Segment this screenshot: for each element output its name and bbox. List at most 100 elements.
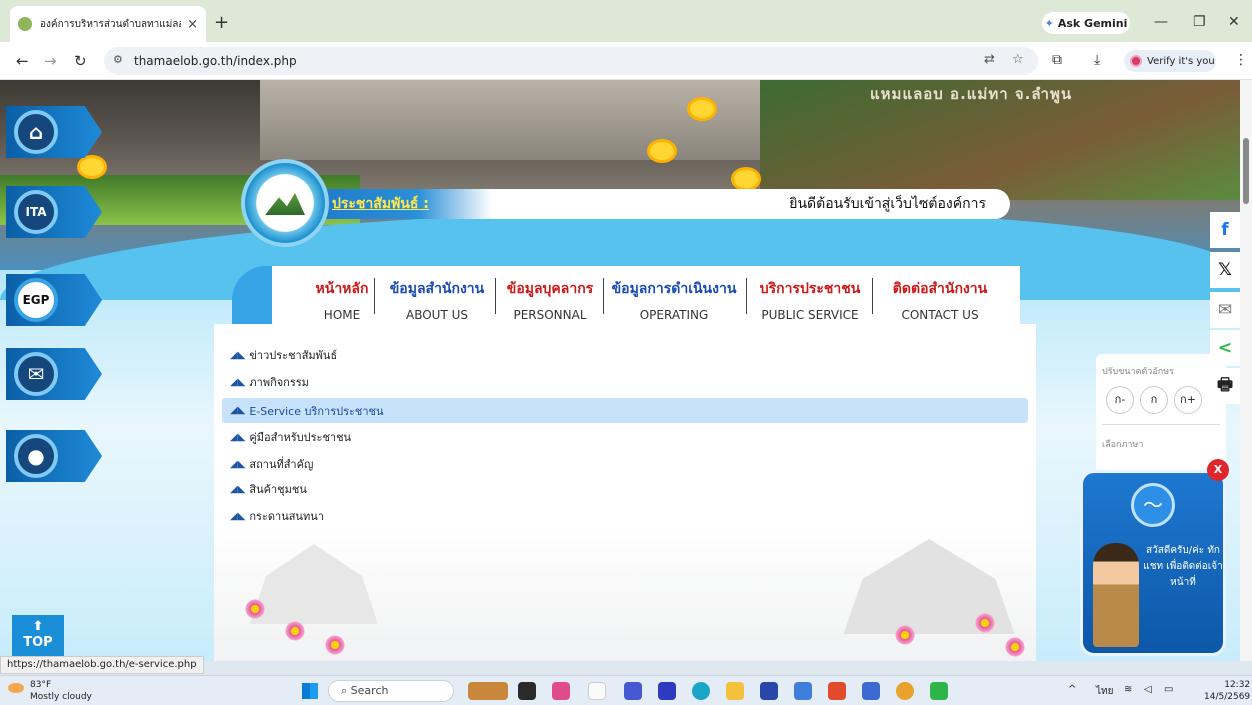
share-icon[interactable]: < [1210,330,1240,366]
forward-arrow-icon[interactable]: → [44,52,57,70]
submenu-item[interactable]: ◢◣ ข่าวประชาสัมพันธ์ [222,344,1028,366]
scrollbar-thumb[interactable] [1243,138,1249,204]
verify-label: Verify it's you [1147,55,1215,67]
menu-personnel[interactable]: ข้อมูลบุคลากร PERSONNAL [500,278,600,322]
menu-about-th: ข้อมูลสำนักงาน [389,281,485,297]
weather-widget[interactable]: 83°F Mostly cloudy [8,679,92,703]
menu-public-service-th: บริการประชาชน [759,281,861,297]
submenu-item[interactable]: ◢◣ สินค้าชุมชน [222,478,1028,500]
submenu-bullet-icon: ◢◣ [230,431,246,443]
side-nav-ita[interactable]: ITA [6,186,102,238]
battery-icon[interactable]: ▭ [1164,684,1173,695]
taskbar-search[interactable]: ⌕ Search [328,680,454,702]
volume-icon[interactable]: ◁ [1144,684,1152,695]
chevron-up-icon[interactable]: ^ [1068,684,1076,695]
restore-icon[interactable]: ❐ [1193,14,1206,30]
submenu-label: สถานที่สำคัญ [249,458,314,471]
taskbar-app-edge-icon[interactable] [692,682,710,700]
site-logo[interactable] [245,163,325,243]
cosmos-flower [974,612,996,634]
cosmos-flower [1004,636,1026,658]
page-scrollbar[interactable] [1240,80,1252,661]
side-nav-home[interactable]: ⌂ [6,106,102,158]
wifi-icon[interactable]: ≋ [1124,684,1132,695]
ask-gemini-button[interactable]: ✦ Ask Gemini [1042,12,1130,34]
reading-mode-icon[interactable]: ⧉ [1052,52,1062,68]
messenger-close-button[interactable]: X [1207,459,1229,481]
font-decrease-button[interactable]: ก- [1106,386,1134,414]
taskbar-app-teams-icon[interactable] [624,682,642,700]
status-url-tooltip: https://thamaelob.go.th/e-service.php [0,656,204,674]
menu-divider [374,278,375,314]
announcement-label[interactable]: ประชาสัมพันธ์ : [332,193,429,215]
taskbar-app-cpanel-icon[interactable] [658,682,676,700]
messenger-chat-widget[interactable]: 〜 สวัสดีครับ/ค่ะ ทักแชท เพื่อติดต่อเจ้าห… [1080,459,1229,656]
taskbar-app-notepad-icon[interactable] [588,682,606,700]
verify-profile-button[interactable]: Verify it's you [1124,50,1216,72]
font-normal-button[interactable]: ก [1140,386,1168,414]
menu-public-service-en: PUBLIC SERVICE [761,308,859,322]
submenu-item[interactable]: ◢◣ สถานที่สำคัญ [222,453,1028,475]
weather-condition: Mostly cloudy [30,692,92,702]
back-arrow-icon[interactable]: ← [16,52,29,70]
input-language[interactable]: ไทย [1096,684,1113,699]
taskbar-app-line-icon[interactable] [930,682,948,700]
translate-icon[interactable]: ⇄ [984,52,995,67]
site-info-icon[interactable]: ⚙ [113,53,123,66]
font-increase-button[interactable]: ก+ [1174,386,1202,414]
email-share-icon[interactable]: ✉ [1210,292,1240,328]
menu-kebab-icon[interactable]: ⋮ [1234,52,1248,68]
windows-start-icon[interactable] [302,683,318,699]
menu-public-service[interactable]: บริการประชาชน PUBLIC SERVICE [750,278,870,322]
egp-icon: EGP [14,278,58,322]
print-icon[interactable]: 🖶 [1210,368,1240,404]
minimize-icon[interactable]: — [1154,14,1168,30]
reload-icon[interactable]: ↻ [74,52,87,70]
side-nav-user[interactable]: ● [6,430,102,482]
taskbar-app-word-icon[interactable] [760,682,778,700]
menu-operating-th: ข้อมูลการดำเนินงาน [611,281,737,297]
menu-personnel-en: PERSONNAL [513,308,587,322]
taskbar-app-chrome-icon[interactable] [896,682,914,700]
taskbar-app-photos-icon[interactable] [862,682,880,700]
menu-personnel-th: ข้อมูลบุคลากร [506,281,594,297]
public-service-dropdown: ◢◣ ข่าวประชาสัมพันธ์ ◢◣ ภาพกิจกรรม ◢◣ E-Ser… [214,324,1036,661]
messenger-icon: 〜 [1131,483,1175,527]
menu-operating[interactable]: ข้อมูลการดำเนินงาน OPERATING [606,278,742,322]
taskbar-app-explorer-icon[interactable] [726,682,744,700]
browser-tab[interactable]: องค์การบริหารส่วนตำบลทาแม่ลอบ ส × [10,6,206,42]
submenu-item[interactable]: ◢◣ ภาพกิจกรรม [222,371,1028,393]
taskbar-app-copilot-icon[interactable] [552,682,570,700]
taskbar-app-paint-icon[interactable] [828,682,846,700]
flower-decoration [80,158,104,176]
address-bar[interactable]: ⚙ thamaelob.go.th/index.php ⇄ ☆ [104,47,1038,75]
menu-about[interactable]: ข้อมูลสำนักงาน ABOUT US [378,278,496,322]
submenu-bullet-icon: ◢◣ [230,349,246,361]
download-icon[interactable]: ⤓ [1094,52,1100,68]
site-favicon-icon [18,17,32,31]
weather-cloud-icon [8,683,24,693]
new-tab-button[interactable]: + [214,12,229,33]
side-nav-mail[interactable]: ✉ [6,348,102,400]
url-text: thamaelob.go.th/index.php [134,54,297,68]
taskbar-app-taskview-icon[interactable] [518,682,536,700]
window-close-icon[interactable]: ✕ [1228,14,1240,30]
side-nav-egp[interactable]: EGP [6,274,102,326]
taskbar-clock[interactable]: 12:32 14/5/2569 [1204,679,1250,703]
menu-contact[interactable]: ติดต่อสำนักงาน CONTACT US [880,278,1000,322]
back-to-top-button[interactable]: ⬆ TOP [12,615,64,661]
hero-photo: แหมแลอบ อ.แม่ทา จ.ลำพูน [0,80,1240,300]
taskbar-search-label: Search [350,684,389,697]
submenu-item-active[interactable]: ◢◣ E-Service บริการประชาชน [222,398,1028,423]
submenu-item[interactable]: ◢◣ คู่มือสำหรับประชาชน [222,426,1028,448]
menu-home[interactable]: หน้าหลัก HOME [302,278,382,322]
flower-decoration [734,170,758,188]
facebook-share-icon[interactable]: f [1210,212,1240,248]
menu-divider [603,278,604,314]
taskbar-app-photo-icon[interactable] [468,682,508,700]
logo-mountain-icon [265,193,305,215]
taskbar-app-store-icon[interactable] [794,682,812,700]
x-share-icon[interactable]: 𝕏 [1210,252,1240,288]
bookmark-star-icon[interactable]: ☆ [1012,52,1024,67]
close-tab-icon[interactable]: × [187,17,198,32]
